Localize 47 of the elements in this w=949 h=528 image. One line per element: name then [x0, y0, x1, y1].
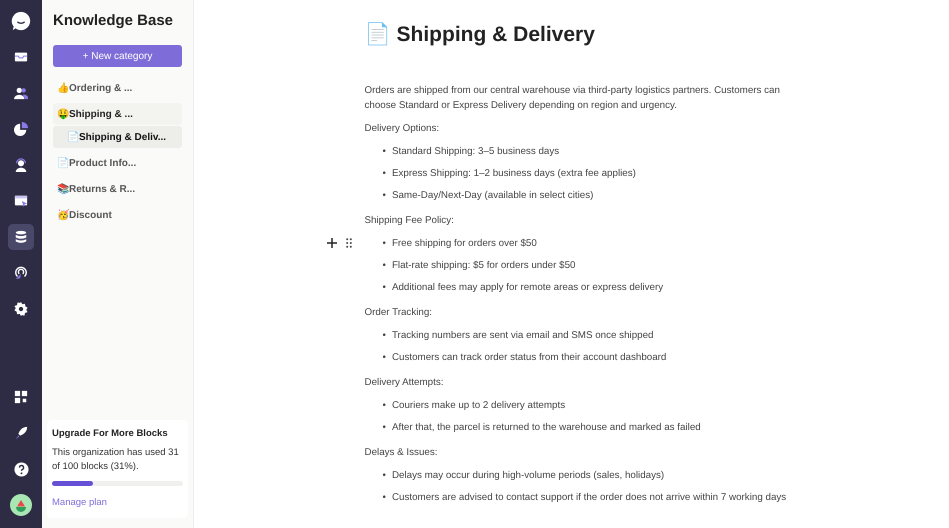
bullet: •	[382, 237, 386, 251]
bullet: •	[382, 469, 386, 483]
bullet: •	[382, 145, 386, 159]
tree-item[interactable]: 🤑Shipping & ...	[53, 103, 182, 125]
bullet: •	[382, 259, 386, 273]
tree-item[interactable]: 📚Returns & R...	[53, 178, 182, 200]
paragraph: Delays & Issues:	[364, 446, 438, 460]
page-title: Shipping & Delivery	[396, 22, 595, 46]
avatar-icon[interactable]	[8, 492, 34, 518]
sidebar-title: Knowledge Base	[53, 12, 174, 29]
add-block-icon[interactable]	[326, 238, 336, 248]
bullet: •	[382, 281, 386, 295]
list-item: Express Shipping: 1–2 business days (extra fee applies)	[392, 167, 636, 181]
paragraph: Orders are shipped from our central warehouse via third-party logistics partners. Customers can choose Standard or Express Delivery depending on region and urgency.	[364, 84, 781, 113]
paragraph: Shipping Fee Policy:	[364, 214, 455, 228]
tree-item[interactable]: 📄Shipping & Deliv...	[53, 126, 182, 148]
bullet: •	[382, 421, 386, 435]
usage-text: This organization has used 31 of 100 blocks (31%).	[52, 446, 180, 474]
list-item: Tracking numbers are sent via email and SMS once shipped	[392, 329, 654, 343]
bullet: •	[382, 167, 386, 181]
bullet: •	[382, 189, 386, 203]
new-category-button[interactable]: + New category	[53, 45, 182, 67]
list-item: Delays may occur during high-volume periods (sales, holidays)	[392, 469, 664, 483]
paragraph: Order Tracking:	[364, 306, 434, 320]
tree-item[interactable]: 📄Product Info...	[53, 152, 182, 174]
list-item: Additional fees may apply for remote areas or express delivery	[392, 281, 664, 295]
tree-item[interactable]: 👍Ordering & ...	[53, 77, 182, 99]
list-item: Flat-rate shipping: $5 for orders under $50	[392, 259, 576, 273]
bullet: •	[382, 491, 386, 505]
database-icon[interactable]	[8, 224, 34, 250]
paragraph: Delivery Options:	[364, 122, 440, 136]
list-item: Customers are advised to contact support if the order does not arrive within 7 working days	[392, 491, 786, 505]
page-emoji: 📄	[364, 22, 390, 47]
list-item: Free shipping for orders over $50	[392, 237, 537, 251]
drag-handle-icon[interactable]	[346, 238, 352, 248]
bullet: •	[382, 351, 386, 365]
list-item: Same-Day/Next-Day (available in select cities)	[392, 189, 594, 203]
list-item: Couriers make up to 2 delivery attempts	[392, 399, 566, 413]
manage-plan-link[interactable]: Manage plan	[52, 497, 107, 508]
tree-item[interactable]: 🥳Discount	[53, 204, 182, 226]
list-item: After that, the parcel is returned to the warehouse and marked as failed	[392, 421, 701, 435]
bullet: •	[382, 329, 386, 343]
upgrade-title: Upgrade For More Blocks	[52, 428, 169, 439]
list-item: Customers can track order status from their account dashboard	[392, 351, 666, 365]
list-item: Standard Shipping: 3–5 business days	[392, 145, 560, 159]
paragraph: Delivery Attempts:	[364, 376, 444, 390]
bullet: •	[382, 399, 386, 413]
